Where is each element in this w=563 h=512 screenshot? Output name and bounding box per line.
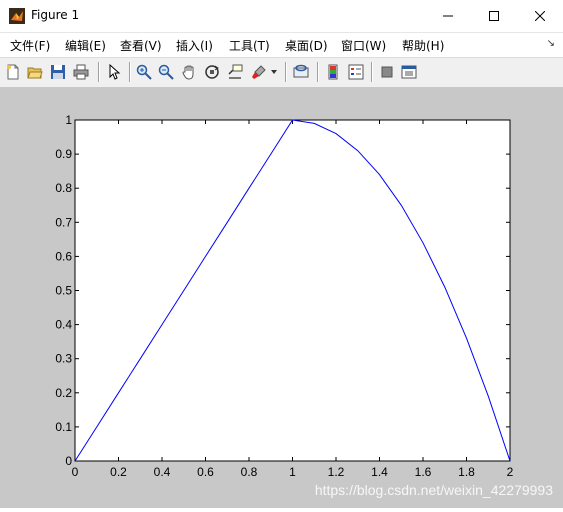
open-file-icon [27, 67, 43, 79]
close-button[interactable] [517, 0, 563, 32]
open-file-button[interactable] [26, 63, 44, 81]
zoom-out-icon [158, 64, 174, 80]
x-tick-label: 1.4 [371, 465, 388, 479]
menu-edit[interactable]: 编辑(E) [65, 37, 106, 54]
menu-desktop[interactable]: 桌面(D) [285, 37, 328, 54]
link-plot-icon [293, 64, 309, 78]
zoom-in-icon [136, 64, 152, 80]
close-icon [535, 11, 545, 21]
save-icon [51, 65, 65, 79]
x-tick-label: 0.4 [154, 465, 171, 479]
y-tick-label: 0.2 [55, 386, 72, 400]
toolbar-separator [98, 62, 100, 82]
save-button[interactable] [49, 63, 67, 81]
minimize-button[interactable] [425, 0, 471, 32]
y-tick-label: 0.9 [55, 147, 72, 161]
matlab-logo-icon [9, 8, 25, 24]
pan-button[interactable] [180, 63, 198, 81]
menu-tools[interactable]: 工具(T) [229, 37, 270, 54]
new-figure-button[interactable] [4, 63, 22, 81]
data-cursor-icon [228, 64, 243, 79]
print-icon [73, 64, 89, 80]
x-tick-label: 0.6 [197, 465, 214, 479]
toolbar-separator [317, 62, 319, 82]
y-tick-label: 0.1 [55, 420, 72, 434]
insert-colorbar-button[interactable] [324, 63, 342, 81]
edit-plot-button[interactable] [105, 63, 123, 81]
y-tick-label: 0.8 [55, 181, 72, 195]
rotate-3d-button[interactable] [203, 63, 221, 81]
menu-insert[interactable]: 插入(I) [176, 37, 213, 54]
print-button[interactable] [72, 63, 90, 81]
menu-window[interactable]: 窗口(W) [341, 37, 386, 54]
x-tick-label: 0.8 [241, 465, 258, 479]
y-tick-label: 1 [65, 113, 72, 127]
x-tick-label: 0 [72, 465, 79, 479]
x-tick-label: 1.8 [458, 465, 475, 479]
menu-view[interactable]: 查看(V) [120, 37, 162, 54]
hide-plot-tools-icon [381, 66, 393, 78]
hide-plot-tools-button[interactable] [378, 63, 396, 81]
maximize-button[interactable] [471, 0, 517, 32]
toolbar-separator [129, 62, 131, 82]
insert-colorbar-icon [328, 64, 338, 80]
x-tick-label: 1.2 [328, 465, 345, 479]
y-tick-label: 0.7 [55, 215, 72, 229]
brush-button[interactable] [250, 63, 268, 81]
toolbar [0, 57, 563, 88]
rotate-3d-icon [205, 65, 219, 79]
zoom-out-button[interactable] [157, 63, 175, 81]
chevron-double-down-icon[interactable]: ↘ [547, 38, 555, 49]
window-title: Figure 1 [31, 8, 80, 22]
minimize-icon [443, 15, 453, 17]
brush-dropdown[interactable] [269, 63, 279, 81]
data-cursor-button[interactable] [226, 63, 244, 81]
y-tick-label: 0.4 [55, 318, 72, 332]
title-bar: Figure 1 [0, 0, 563, 33]
axes-background [74, 119, 511, 462]
show-plot-tools-icon [401, 65, 417, 79]
plot-axes[interactable]: 0 0.2 0.4 0.6 0.8 1 1.2 1.4 1.6 1.8 2 0 0.1 0.2 0.3 0.… [0, 87, 563, 508]
x-tick-label: 2 [507, 465, 514, 479]
figure-canvas: 0 0.2 0.4 0.6 0.8 1 1.2 1.4 1.6 1.8 2 0 0.1 0.2 0.3 0.… [0, 87, 563, 508]
zoom-in-button[interactable] [135, 63, 153, 81]
x-tick-label: 1.6 [415, 465, 432, 479]
pan-hand-icon [182, 65, 194, 80]
link-plot-button[interactable] [292, 63, 310, 81]
toolbar-separator [285, 62, 287, 82]
x-tick-label: 0.2 [110, 465, 127, 479]
y-tick-label: 0 [65, 454, 72, 468]
y-tick-label: 0.5 [55, 284, 72, 298]
show-plot-tools-button[interactable] [400, 63, 418, 81]
toolbar-separator [371, 62, 373, 82]
chevron-down-icon [271, 70, 277, 74]
brush-icon [252, 65, 266, 79]
y-tick-label: 0.3 [55, 352, 72, 366]
x-tick-label: 1 [289, 465, 296, 479]
maximize-icon [489, 11, 499, 21]
insert-legend-icon [348, 64, 364, 80]
insert-legend-button[interactable] [347, 63, 365, 81]
y-tick-label: 0.6 [55, 249, 72, 263]
menu-help[interactable]: 帮助(H) [402, 37, 444, 54]
menu-file[interactable]: 文件(F) [10, 37, 50, 54]
menu-bar: 文件(F) 编辑(E) 查看(V) 插入(I) 工具(T) 桌面(D) 窗口(W… [0, 33, 563, 56]
edit-plot-arrow-icon [109, 64, 121, 80]
new-figure-icon [7, 64, 19, 80]
watermark-text: https://blog.csdn.net/weixin_42279993 [314, 482, 553, 498]
